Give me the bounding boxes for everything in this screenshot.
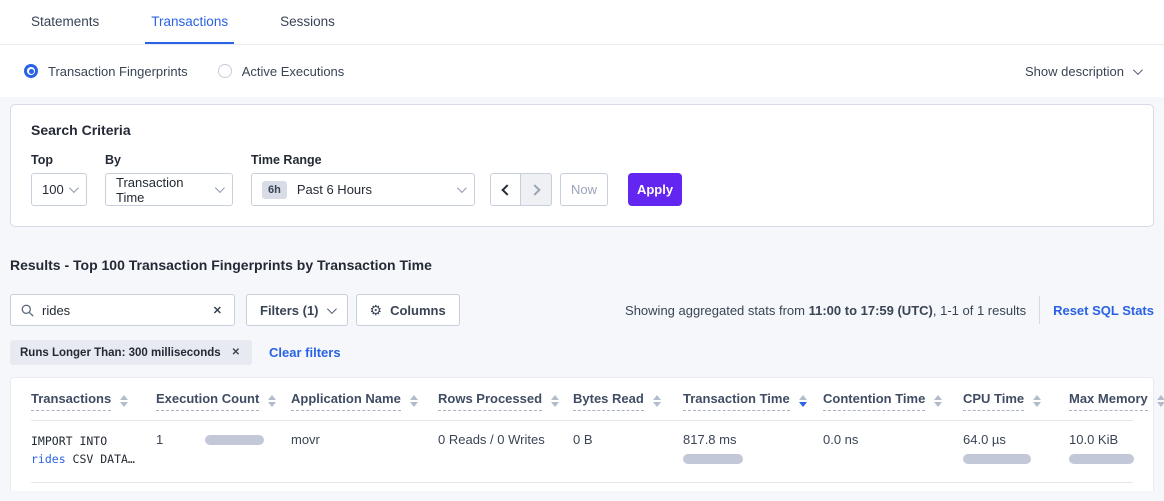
sort-icon[interactable]: [120, 395, 128, 407]
transactions-page: Statements Transactions Sessions Transac…: [0, 0, 1164, 501]
now-button[interactable]: Now: [560, 173, 608, 206]
radio-selected-icon: [24, 64, 38, 78]
clear-search-icon[interactable]: ✕: [211, 304, 224, 317]
sort-icon[interactable]: [410, 395, 418, 407]
search-input[interactable]: [42, 303, 211, 318]
aggregated-stats-text: Showing aggregated stats from 11:00 to 1…: [625, 303, 1026, 318]
radio-label: Active Executions: [242, 64, 345, 79]
top-label: Top: [31, 153, 87, 167]
apply-button[interactable]: Apply: [628, 173, 682, 206]
radio-label: Transaction Fingerprints: [48, 64, 188, 79]
col-header-rows-processed: Rows Processed: [438, 391, 542, 411]
columns-button-label: Columns: [390, 303, 446, 318]
sort-icon[interactable]: [1033, 395, 1041, 407]
by-label: By: [105, 153, 233, 167]
table-header-row: Transactions Execution Count Application…: [31, 378, 1133, 421]
top-select-value: 100: [42, 182, 64, 197]
previous-time-window-button[interactable]: [490, 173, 521, 206]
execution-count-cell: 1: [156, 432, 285, 447]
next-time-window-button[interactable]: [521, 173, 552, 206]
filter-chip-label: Runs Longer Than: 300 milliseconds: [20, 347, 221, 359]
radio-unselected-icon: [218, 64, 232, 78]
top-tab-bar: Statements Transactions Sessions: [0, 0, 1164, 45]
time-range-label: Time Range: [251, 153, 475, 167]
col-header-execution-count: Execution Count: [156, 391, 259, 411]
bytes-read-cell: 0 B: [573, 432, 593, 447]
search-criteria-title: Search Criteria: [31, 122, 1133, 138]
transaction-time-cell: 817.8 ms: [683, 432, 817, 464]
col-header-application-name: Application Name: [291, 391, 401, 411]
transaction-time-bar: [683, 454, 743, 464]
filters-button-label: Filters (1): [260, 303, 319, 318]
sort-icon[interactable]: [653, 395, 661, 407]
sort-icon[interactable]: [934, 395, 942, 407]
cpu-time-cell: 64.0 µs: [963, 432, 1063, 464]
application-name-cell: movr: [291, 432, 320, 447]
contention-time-cell: 0.0 ns: [823, 432, 858, 447]
view-toggle-bar: Transaction Fingerprints Active Executio…: [0, 45, 1164, 97]
by-field: By Transaction Time: [105, 153, 233, 206]
vertical-divider: [1039, 296, 1040, 324]
max-memory-bar: [1069, 454, 1134, 464]
reset-sql-stats-link[interactable]: Reset SQL Stats: [1053, 303, 1154, 318]
col-header-transaction-time: Transaction Time: [683, 391, 790, 411]
results-toolbar: ✕ Filters (1) ⚙ Columns Showing aggregat…: [10, 294, 1154, 326]
sort-icon-active-desc[interactable]: [799, 395, 807, 407]
col-header-transactions: Transactions: [31, 391, 111, 411]
sort-icon[interactable]: [268, 395, 276, 407]
remove-filter-icon[interactable]: ✕: [230, 347, 242, 358]
col-header-contention-time: Contention Time: [823, 391, 925, 411]
time-range-badge: 6h: [262, 181, 287, 199]
by-select[interactable]: Transaction Time: [105, 173, 233, 206]
gear-icon: ⚙: [370, 302, 383, 319]
transaction-fingerprint-cell[interactable]: IMPORT INTO rides CSV DATA…: [31, 432, 150, 469]
search-box[interactable]: ✕: [10, 294, 235, 326]
radio-active-executions[interactable]: Active Executions: [218, 64, 345, 79]
tab-statements[interactable]: Statements: [25, 0, 105, 44]
chevron-down-icon: [1133, 65, 1143, 75]
cpu-time-bar: [963, 454, 1031, 464]
columns-button[interactable]: ⚙ Columns: [356, 294, 460, 326]
sort-icon[interactable]: [551, 395, 559, 407]
chevron-right-icon: [529, 184, 540, 195]
filter-chip-row: Runs Longer Than: 300 milliseconds ✕ Cle…: [10, 340, 1154, 365]
show-description-label: Show description: [1025, 64, 1124, 79]
filter-chip[interactable]: Runs Longer Than: 300 milliseconds ✕: [10, 340, 252, 365]
max-memory-cell: 10.0 KiB: [1069, 432, 1127, 464]
results-table-card: Transactions Execution Count Application…: [10, 377, 1154, 491]
table-row[interactable]: IMPORT INTO rides CSV DATA… 1 movr 0 Rea…: [31, 421, 1133, 483]
show-description-toggle[interactable]: Show description: [1025, 64, 1140, 79]
transactions-table: Transactions Execution Count Application…: [31, 378, 1133, 483]
chevron-down-icon: [215, 183, 225, 193]
chevron-left-icon: [501, 184, 512, 195]
clear-filters-link[interactable]: Clear filters: [269, 345, 341, 360]
time-range-select[interactable]: 6h Past 6 Hours: [251, 173, 475, 206]
chevron-down-icon: [457, 183, 467, 193]
filters-button[interactable]: Filters (1): [246, 294, 348, 326]
col-header-bytes-read: Bytes Read: [573, 391, 644, 411]
rows-processed-cell: 0 Reads / 0 Writes: [438, 432, 545, 447]
execution-count-bar: [205, 435, 264, 445]
top-field: Top 100: [31, 153, 87, 206]
search-icon: [21, 304, 34, 317]
tab-transactions[interactable]: Transactions: [145, 0, 234, 44]
results-heading: Results - Top 100 Transaction Fingerprin…: [10, 257, 1154, 273]
col-header-max-memory: Max Memory: [1069, 391, 1148, 411]
time-window-arrows: [490, 173, 552, 206]
chevron-down-icon: [326, 304, 336, 314]
time-range-field: Time Range 6h Past 6 Hours: [251, 153, 475, 206]
by-select-value: Transaction Time: [116, 175, 215, 205]
col-header-cpu-time: CPU Time: [963, 391, 1024, 411]
time-range-value: Past 6 Hours: [297, 182, 372, 197]
top-select[interactable]: 100: [31, 173, 87, 206]
transaction-rides-link[interactable]: rides: [31, 452, 66, 466]
chevron-down-icon: [69, 183, 79, 193]
tab-sessions[interactable]: Sessions: [274, 0, 341, 44]
search-criteria-card: Search Criteria Top 100 By Transaction T…: [10, 104, 1154, 227]
stats-time-range: 11:00 to 17:59 (UTC): [809, 303, 933, 318]
radio-transaction-fingerprints[interactable]: Transaction Fingerprints: [24, 64, 188, 79]
sort-icon[interactable]: [1157, 395, 1164, 407]
